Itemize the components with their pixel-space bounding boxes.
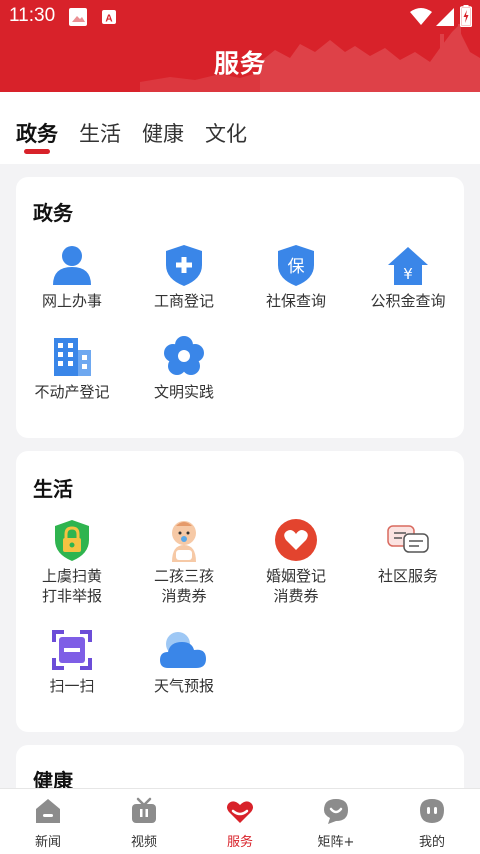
service-label: 工商登记 xyxy=(153,292,214,310)
svg-text:保: 保 xyxy=(288,257,305,277)
heart-circle-icon xyxy=(275,519,317,561)
service-label: 扫一扫 xyxy=(49,677,95,695)
active-tab-indicator xyxy=(24,149,50,154)
tv-icon xyxy=(132,797,156,823)
person-icon xyxy=(53,246,91,285)
service-label-line: 上虞扫黄 xyxy=(41,567,102,585)
status-bar: 11:30 A xyxy=(0,0,480,34)
image-notification-icon xyxy=(69,8,87,26)
nav-label: 视频 xyxy=(130,835,157,850)
page-title: 服务 xyxy=(213,49,266,78)
section-title: 生活 xyxy=(33,477,73,501)
nav-label: 我的 xyxy=(418,835,445,850)
chat-bubbles-icon xyxy=(387,525,429,553)
building-icon xyxy=(54,338,91,376)
tab-zhengwu[interactable]: 政务 xyxy=(16,118,58,148)
green-shield-lock-icon xyxy=(55,520,89,561)
tab-shenghuo[interactable]: 生活 xyxy=(79,118,121,148)
app-notification-icon: A xyxy=(102,10,116,25)
service-item-scan[interactable]: 扫一扫 xyxy=(16,628,128,696)
house-yen-icon: ¥ xyxy=(388,247,428,285)
nav-service[interactable]: 服务 xyxy=(192,797,288,850)
profile-icon xyxy=(420,799,444,823)
service-item-community[interactable]: 社区服务 xyxy=(352,518,464,586)
bottom-navigation: 新闻 视频 服务 矩阵+ 我的 xyxy=(0,788,480,854)
flower-icon xyxy=(164,336,204,375)
heart-hand-icon xyxy=(227,801,253,823)
nav-label: 新闻 xyxy=(34,835,61,850)
scan-icon xyxy=(52,630,92,670)
service-label: 二孩三孩 消费券 xyxy=(128,566,240,606)
service-item-child-voucher[interactable]: 二孩三孩 消费券 xyxy=(128,518,240,606)
svg-text:A: A xyxy=(105,14,112,25)
home-icon xyxy=(36,799,60,823)
cloud-icon xyxy=(160,632,206,668)
service-item-business-registration[interactable]: 工商登记 xyxy=(128,243,240,311)
service-label: 文明实践 xyxy=(153,383,214,401)
tab-wenhua[interactable]: 文化 xyxy=(205,118,247,148)
service-label-line: 婚姻登记 xyxy=(265,567,326,585)
tab-jiankang[interactable]: 健康 xyxy=(142,118,184,148)
nav-news[interactable]: 新闻 xyxy=(0,797,96,850)
service-label: 网上办事 xyxy=(41,292,102,310)
service-label-line: 二孩三孩 xyxy=(153,567,214,585)
nav-label: 矩阵+ xyxy=(317,835,355,850)
nav-label: 服务 xyxy=(226,835,253,850)
section-title: 政务 xyxy=(33,201,73,225)
section-card-zhengwu: 政务 网上办事 工商登记 保 社保查询 ¥ 公积金查询 不动产登记 文明实践 xyxy=(16,177,464,438)
service-item-social-security[interactable]: 保 社保查询 xyxy=(240,243,352,311)
shield-bao-icon: 保 xyxy=(278,245,314,286)
service-label: 天气预报 xyxy=(153,677,214,695)
service-item-housing-fund[interactable]: ¥ 公积金查询 xyxy=(352,243,464,311)
service-item-anti-porn-report[interactable]: 上虞扫黄 打非举报 xyxy=(16,518,128,606)
battery-icon xyxy=(460,5,472,27)
message-icon xyxy=(324,799,348,824)
service-label: 社保查询 xyxy=(265,292,326,310)
status-time: 11:30 xyxy=(9,5,56,26)
service-label: 婚姻登记 消费券 xyxy=(240,566,352,606)
service-label: 不动产登记 xyxy=(34,383,110,401)
service-item-real-estate[interactable]: 不动产登记 xyxy=(16,334,128,402)
nav-mine[interactable]: 我的 xyxy=(384,797,480,850)
section-card-shenghuo: 生活 上虞扫黄 打非举报 二孩三孩 消费券 婚姻登记 消费券 社区服务 扫一扫 … xyxy=(16,451,464,732)
service-label: 公积金查询 xyxy=(370,292,446,310)
header: 11:30 A 服务 xyxy=(0,0,480,92)
nav-video[interactable]: 视频 xyxy=(96,797,192,850)
service-item-weather[interactable]: 天气预报 xyxy=(128,628,240,696)
wifi-icon xyxy=(410,8,432,25)
service-item-online-affairs[interactable]: 网上办事 xyxy=(16,243,128,311)
svg-text:¥: ¥ xyxy=(403,265,413,283)
service-label-line: 打非举报 xyxy=(41,587,102,605)
baby-icon xyxy=(172,521,196,562)
signal-icon xyxy=(436,8,454,26)
nav-matrix[interactable]: 矩阵+ xyxy=(288,797,384,850)
service-item-civic-practice[interactable]: 文明实践 xyxy=(128,334,240,402)
category-tabs: 政务 生活 健康 文化 xyxy=(0,92,480,164)
service-label-line: 消费券 xyxy=(273,587,319,605)
service-label: 社区服务 xyxy=(377,567,438,585)
service-item-marriage-voucher[interactable]: 婚姻登记 消费券 xyxy=(240,518,352,606)
service-label: 上虞扫黄 打非举报 xyxy=(16,566,128,606)
service-label-line: 消费券 xyxy=(161,587,207,605)
shield-plus-icon xyxy=(166,245,202,286)
